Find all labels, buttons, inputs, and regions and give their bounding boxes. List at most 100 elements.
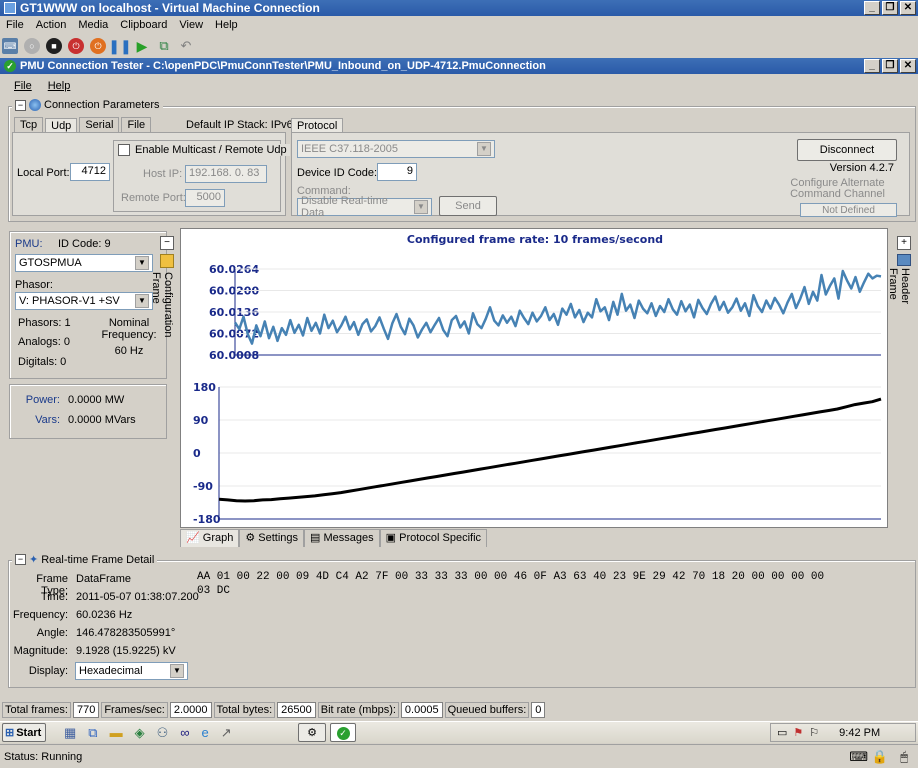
protocol-select-value: IEEE C37.118-2005: [301, 143, 399, 155]
tray-network-icon[interactable]: ▭: [777, 726, 787, 739]
command-select[interactable]: Disable Real-time Data ▼: [297, 195, 432, 219]
ctrl-alt-del-icon[interactable]: ⌨: [2, 38, 18, 54]
pmu-select-value: GTOSPMUA: [19, 257, 82, 269]
angle-plot: 180 90 0 -90 -180: [193, 381, 882, 526]
vm-menu-clipboard[interactable]: Clipboard: [120, 19, 167, 31]
infinity-icon[interactable]: ∞: [180, 725, 189, 741]
tab-udp[interactable]: Udp: [45, 118, 78, 133]
collapse-icon[interactable]: −: [15, 99, 26, 111]
graph-tabs: 📈 Graph ⚙ Settings ▤ Messages ▣ Protocol…: [180, 529, 488, 547]
vm-logo-icon: [4, 2, 16, 14]
explorer-icon[interactable]: ▬: [110, 725, 123, 741]
send-button[interactable]: Send: [439, 196, 497, 216]
app-menu-file[interactable]: File: [14, 80, 32, 92]
hierarchy-icon[interactable]: ⚇: [157, 725, 169, 741]
bit-rate-value: 0.0005: [400, 702, 443, 718]
tab-messages[interactable]: ▤ Messages: [304, 529, 380, 547]
vm-menu-help[interactable]: Help: [215, 19, 238, 31]
analogs-count: Analogs: 0: [18, 336, 70, 348]
digitals-count: Digitals: 0: [18, 356, 67, 368]
keyboard-icon: ⌨: [849, 748, 868, 764]
taskbar-app-pmu[interactable]: ✓: [330, 723, 356, 742]
reset-icon[interactable]: ⏻: [90, 38, 106, 54]
app-menubar: File Help: [8, 78, 70, 94]
header-frame-tab[interactable]: Header Frame: [887, 268, 911, 338]
vm-menu-action[interactable]: Action: [36, 19, 67, 31]
nominal-frequency-value: 60 Hz: [114, 345, 144, 357]
vm-restore-button[interactable]: ❐: [882, 1, 898, 15]
app-restore-button[interactable]: ❐: [882, 59, 898, 73]
play-icon[interactable]: ▶: [134, 38, 150, 54]
shutdown-icon[interactable]: ⏻: [68, 38, 84, 54]
tab-file[interactable]: File: [121, 117, 152, 132]
default-ip-stack: Default IP Stack: IPv6: [186, 119, 293, 131]
multicast-option: Enable Multicast / Remote Udp: [118, 144, 290, 156]
angle-value: 146.478283505991°: [76, 627, 176, 639]
command-select-value: Disable Real-time Data: [301, 195, 388, 219]
app-menu-help[interactable]: Help: [48, 80, 71, 92]
clock[interactable]: 9:42 PM: [839, 727, 880, 739]
multicast-checkbox[interactable]: [118, 144, 130, 156]
guest-taskbar: ⊞ Start ▦ ⧉ ▬ ◈ ⚇ ∞ e ↗ ⚙ ✓ ▭ ⚑ ⚐ 9:42 P…: [0, 721, 918, 743]
local-port-input[interactable]: 4712: [70, 163, 110, 181]
start-button[interactable]: ⊞ Start: [2, 723, 46, 742]
tray-flag-icon[interactable]: ⚐: [809, 726, 819, 739]
angle-tick-label: 180: [193, 381, 216, 394]
protocol-select[interactable]: IEEE C37.118-2005 ▼: [297, 140, 495, 158]
collapse-icon[interactable]: −: [15, 554, 26, 565]
frames-per-sec-label: Frames/sec:: [101, 702, 168, 718]
vm-minimize-button[interactable]: _: [864, 1, 880, 15]
config-frame-collapse-icon[interactable]: −: [160, 236, 174, 250]
vm-toolbar: ⌨ ○ ■ ⏻ ⏻ ❚❚ ▶ ⧉ ↶: [2, 36, 194, 56]
network-icon: [29, 99, 41, 111]
shortcut-icon[interactable]: ↗: [221, 725, 232, 741]
header-frame-expand-icon[interactable]: +: [897, 236, 911, 250]
vm-menu-view[interactable]: View: [179, 19, 203, 31]
tab-protocol-specific[interactable]: ▣ Protocol Specific: [379, 529, 488, 547]
frames-per-sec-value: 2.0000: [169, 702, 212, 718]
pause-icon[interactable]: ❚❚: [108, 38, 131, 54]
start-icon[interactable]: ○: [24, 38, 40, 54]
gear-icon: ⚙: [307, 727, 317, 739]
tab-graph[interactable]: 📈 Graph: [180, 529, 240, 547]
server-manager-icon[interactable]: ▦: [64, 725, 76, 741]
magnitude-value: 9.1928 (15.9225) kV: [76, 645, 176, 657]
device-id-input[interactable]: 9: [377, 163, 417, 181]
protocol-specific-icon: ▣: [385, 532, 397, 544]
app-titlebar: ✓ PMU Connection Tester - C:\openPDC\Pmu…: [0, 58, 918, 74]
pmu-select[interactable]: GTOSPMUA ▼: [15, 254, 153, 272]
frequency-angle-chart: Configured frame rate: 10 frames/second …: [193, 233, 882, 526]
turn-off-icon[interactable]: ■: [46, 38, 62, 54]
app-minimize-button[interactable]: _: [864, 59, 880, 73]
powershell-icon[interactable]: ⧉: [88, 725, 97, 741]
vm-menu-file[interactable]: File: [6, 19, 24, 31]
tab-tcp[interactable]: Tcp: [14, 117, 44, 132]
chevron-down-icon: ▼: [414, 200, 428, 214]
revert-icon[interactable]: ↶: [178, 38, 194, 54]
host-ip-input[interactable]: 192.168. 0. 83: [185, 165, 267, 183]
snapshot-icon[interactable]: ⧉: [156, 38, 172, 54]
network-tool-icon[interactable]: ◈: [135, 725, 145, 741]
frequency-series-line: [233, 269, 882, 345]
multicast-label: Enable Multicast / Remote Udp: [135, 144, 287, 156]
queued-buffers-value: 0: [531, 702, 546, 718]
tab-settings[interactable]: ⚙ Settings: [239, 529, 305, 547]
tray-security-icon[interactable]: ⚑: [793, 726, 803, 739]
disconnect-button[interactable]: Disconnect: [797, 139, 897, 161]
taskbar-app-gear[interactable]: ⚙: [298, 723, 326, 742]
vm-menu-media[interactable]: Media: [78, 19, 108, 31]
remote-port-input[interactable]: 5000: [185, 189, 225, 207]
host-ip-label: Host IP:: [143, 168, 183, 180]
tab-protocol[interactable]: Protocol: [291, 118, 344, 133]
phasor-select[interactable]: V: PHASOR-V1 +SV ▼: [15, 292, 153, 310]
vm-close-button[interactable]: ✕: [900, 1, 916, 15]
time-label: Time:: [40, 591, 68, 603]
config-frame-tab[interactable]: Configuration Frame: [150, 272, 174, 372]
internet-explorer-icon[interactable]: e: [202, 725, 209, 741]
tab-serial[interactable]: Serial: [79, 117, 120, 132]
configure-alternate-link[interactable]: Configure Alternate Command Channel: [775, 178, 900, 200]
display-select[interactable]: Hexadecimal ▼: [75, 662, 188, 680]
app-close-button[interactable]: ✕: [900, 59, 916, 73]
local-port-label: Local Port:: [17, 167, 70, 179]
total-frames-label: Total frames:: [2, 702, 71, 718]
